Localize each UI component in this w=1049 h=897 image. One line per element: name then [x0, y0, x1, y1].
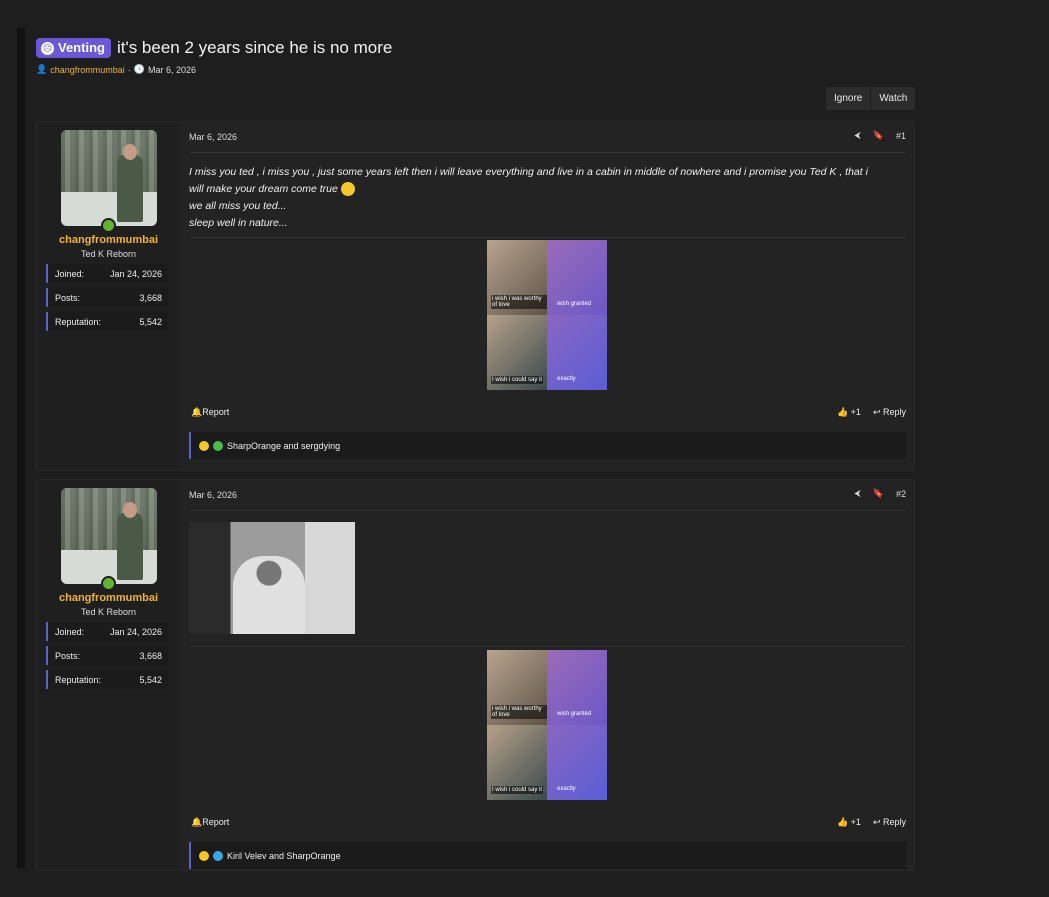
- thread-title: it's been 2 years since he is no more: [116, 38, 393, 57]
- user-pane: changfrommumbai Ted K Reborn Joined: Jan…: [37, 480, 180, 870]
- stat-value: 5,542: [139, 674, 162, 685]
- user-pane: changfrommumbai Ted K Reborn Joined: Jan…: [37, 122, 180, 470]
- stat-posts: Posts: 3,668: [46, 646, 168, 665]
- reply-button[interactable]: ↩ Reply: [873, 407, 906, 418]
- clock-icon: 🕓: [133, 64, 145, 74]
- watch-button[interactable]: Watch: [871, 87, 917, 110]
- post-content: Mar 6, 2026 ⮜ 🔖 #2 i wish i was worthy o…: [189, 480, 906, 870]
- stat-posts: Posts: 3,668: [46, 288, 168, 307]
- stat-value: 5,542: [139, 316, 162, 327]
- stat-label: Joined:: [55, 626, 85, 637]
- stat-joined: Joined: Jan 24, 2026: [46, 622, 168, 641]
- post-number[interactable]: #1: [896, 131, 906, 141]
- online-status-icon: [101, 576, 116, 591]
- divider: [189, 152, 906, 153]
- stat-reputation: Reputation: 5,542: [46, 670, 168, 689]
- message-line: I miss you ted , i miss you , just some …: [189, 166, 868, 178]
- stat-label: Reputation:: [55, 316, 102, 327]
- post-date[interactable]: Mar 6, 2026: [189, 490, 237, 500]
- stat-value: 3,668: [139, 650, 162, 661]
- online-status-icon: [101, 218, 116, 233]
- user-icon: 👤: [36, 64, 48, 74]
- message-line-2: will make your dream come true: [189, 181, 906, 198]
- message-line: we all miss you ted...: [189, 200, 287, 212]
- stat-value: 3,668: [139, 292, 162, 303]
- divider: [189, 237, 906, 238]
- bookmark-icon[interactable]: 🔖: [873, 130, 884, 141]
- user-title: Ted K Reborn: [80, 607, 137, 617]
- post-number[interactable]: #2: [896, 489, 906, 499]
- left-rail: [17, 28, 25, 868]
- stat-label: Posts:: [55, 292, 81, 303]
- sad-reaction-icon: [213, 850, 223, 861]
- thread-meta: 👤 changfrommumbai · 🕓 Mar 6, 2026: [36, 64, 392, 75]
- share-icon[interactable]: ⮜: [854, 488, 860, 499]
- prefix-label: Venting: [58, 40, 105, 55]
- thread-title-row: ☹ Venting it's been 2 years since he is …: [36, 38, 392, 58]
- username-link[interactable]: changfrommumbai: [37, 592, 180, 604]
- stat-joined: Joined: Jan 24, 2026: [46, 264, 168, 283]
- thread-author-link[interactable]: changfrommumbai: [50, 65, 125, 75]
- like-button[interactable]: 👍 +1: [837, 817, 861, 828]
- username-link[interactable]: changfrommumbai: [37, 234, 180, 246]
- sick-reaction-icon: [213, 440, 223, 451]
- prefix-badge[interactable]: ☹ Venting: [36, 38, 111, 58]
- report-link[interactable]: 🔔Report: [191, 407, 229, 418]
- venting-icon: ☹: [41, 41, 54, 55]
- user-title: Ted K Reborn: [80, 249, 137, 259]
- avatar[interactable]: [61, 488, 157, 584]
- message-line: sleep well in nature...: [189, 217, 288, 229]
- photo-image[interactable]: [189, 522, 355, 634]
- stat-label: Posts:: [55, 650, 81, 661]
- report-link[interactable]: 🔔Report: [191, 817, 229, 828]
- thread-header: ☹ Venting it's been 2 years since he is …: [36, 38, 392, 75]
- post-content: Mar 6, 2026 ⮜ 🔖 #1 I miss you ted , i mi…: [189, 122, 906, 470]
- thread-date[interactable]: Mar 6, 2026: [148, 65, 196, 75]
- reaction-users[interactable]: SharpOrange and sergdying: [227, 441, 340, 451]
- laugh-reaction-icon: [199, 440, 209, 451]
- bookmark-icon[interactable]: 🔖: [873, 488, 884, 499]
- post-date[interactable]: Mar 6, 2026: [189, 132, 237, 142]
- laugh-reaction-icon: [199, 850, 209, 861]
- thread-actions: Ignore Watch: [826, 87, 917, 110]
- meta-separator: ·: [127, 64, 131, 75]
- reactions-bar[interactable]: Kiril Velev and SharpOrange: [189, 842, 906, 869]
- post-message: I miss you ted , i miss you , just some …: [189, 164, 906, 232]
- avatar[interactable]: [61, 130, 157, 226]
- stat-reputation: Reputation: 5,542: [46, 312, 168, 331]
- meme-image[interactable]: i wish i was worthy of love wish granted…: [487, 650, 607, 800]
- share-icon[interactable]: ⮜: [854, 130, 860, 141]
- post-tools: ⮜ 🔖 #1: [854, 130, 906, 141]
- ignore-button[interactable]: Ignore: [826, 87, 872, 110]
- stat-value: Jan 24, 2026: [109, 626, 162, 637]
- stat-label: Joined:: [55, 268, 85, 279]
- post-tools: ⮜ 🔖 #2: [854, 488, 906, 499]
- divider: [189, 646, 906, 647]
- post-1: changfrommumbai Ted K Reborn Joined: Jan…: [36, 121, 915, 471]
- stat-value: Jan 24, 2026: [109, 268, 162, 279]
- reply-button[interactable]: ↩ Reply: [873, 817, 906, 828]
- meme-image[interactable]: i wish i was worthy of love wish granted…: [487, 240, 607, 390]
- sad-face-icon: [340, 182, 355, 197]
- reaction-users[interactable]: Kiril Velev and SharpOrange: [227, 851, 341, 861]
- post-2: changfrommumbai Ted K Reborn Joined: Jan…: [36, 479, 915, 871]
- stat-label: Reputation:: [55, 674, 102, 685]
- post-actions: 🔔Report 👍 +1 ↩ Reply: [191, 817, 906, 828]
- like-button[interactable]: 👍 +1: [837, 407, 861, 418]
- divider: [189, 510, 906, 511]
- reactions-bar[interactable]: SharpOrange and sergdying: [189, 432, 906, 459]
- post-actions: 🔔Report 👍 +1 ↩ Reply: [191, 407, 906, 418]
